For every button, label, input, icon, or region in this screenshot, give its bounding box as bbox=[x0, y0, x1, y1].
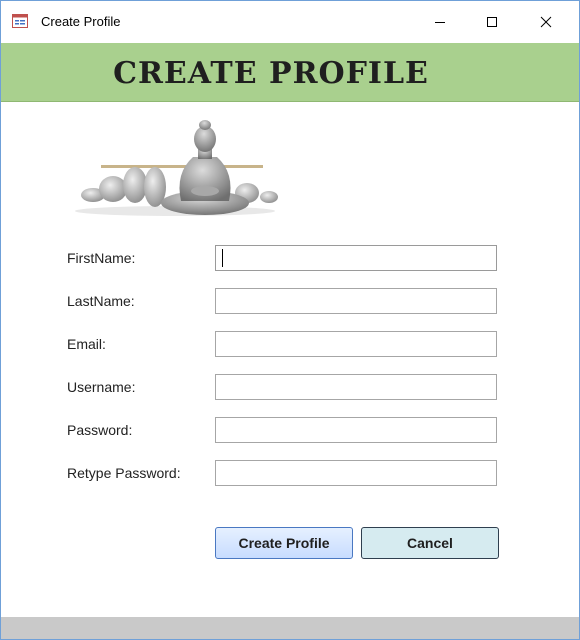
close-button[interactable] bbox=[523, 1, 569, 43]
text-cursor bbox=[222, 249, 223, 267]
lastname-label: LastName: bbox=[67, 293, 135, 309]
username-input[interactable] bbox=[215, 374, 497, 400]
firstname-label: FirstName: bbox=[67, 250, 136, 266]
email-label: Email: bbox=[67, 336, 106, 352]
page-title: CREATE PROFILE bbox=[113, 56, 429, 91]
username-label: Username: bbox=[67, 379, 136, 395]
minimize-icon bbox=[435, 22, 445, 23]
firstname-input[interactable] bbox=[215, 245, 497, 271]
header-band: CREATE PROFILE bbox=[1, 43, 579, 102]
create-profile-window: Create Profile CREATE PROFILE FirstName:… bbox=[0, 0, 580, 640]
cancel-button[interactable]: Cancel bbox=[361, 527, 499, 559]
status-bar bbox=[1, 617, 579, 639]
password-input[interactable] bbox=[215, 417, 497, 443]
email-input[interactable] bbox=[215, 331, 497, 357]
minimize-button[interactable] bbox=[417, 1, 463, 43]
lastname-input[interactable] bbox=[215, 288, 497, 314]
title-bar[interactable]: Create Profile bbox=[1, 1, 579, 43]
form-app-icon bbox=[12, 14, 28, 28]
retype-password-input[interactable] bbox=[215, 460, 497, 486]
maximize-icon bbox=[487, 17, 497, 27]
password-label: Password: bbox=[67, 422, 133, 438]
window-title: Create Profile bbox=[41, 14, 121, 29]
close-icon bbox=[540, 16, 552, 28]
maximize-button[interactable] bbox=[469, 1, 515, 43]
retype-password-label: Retype Password: bbox=[67, 465, 181, 481]
create-profile-button[interactable]: Create Profile bbox=[215, 527, 353, 559]
buddha-statue-image bbox=[75, 120, 278, 216]
